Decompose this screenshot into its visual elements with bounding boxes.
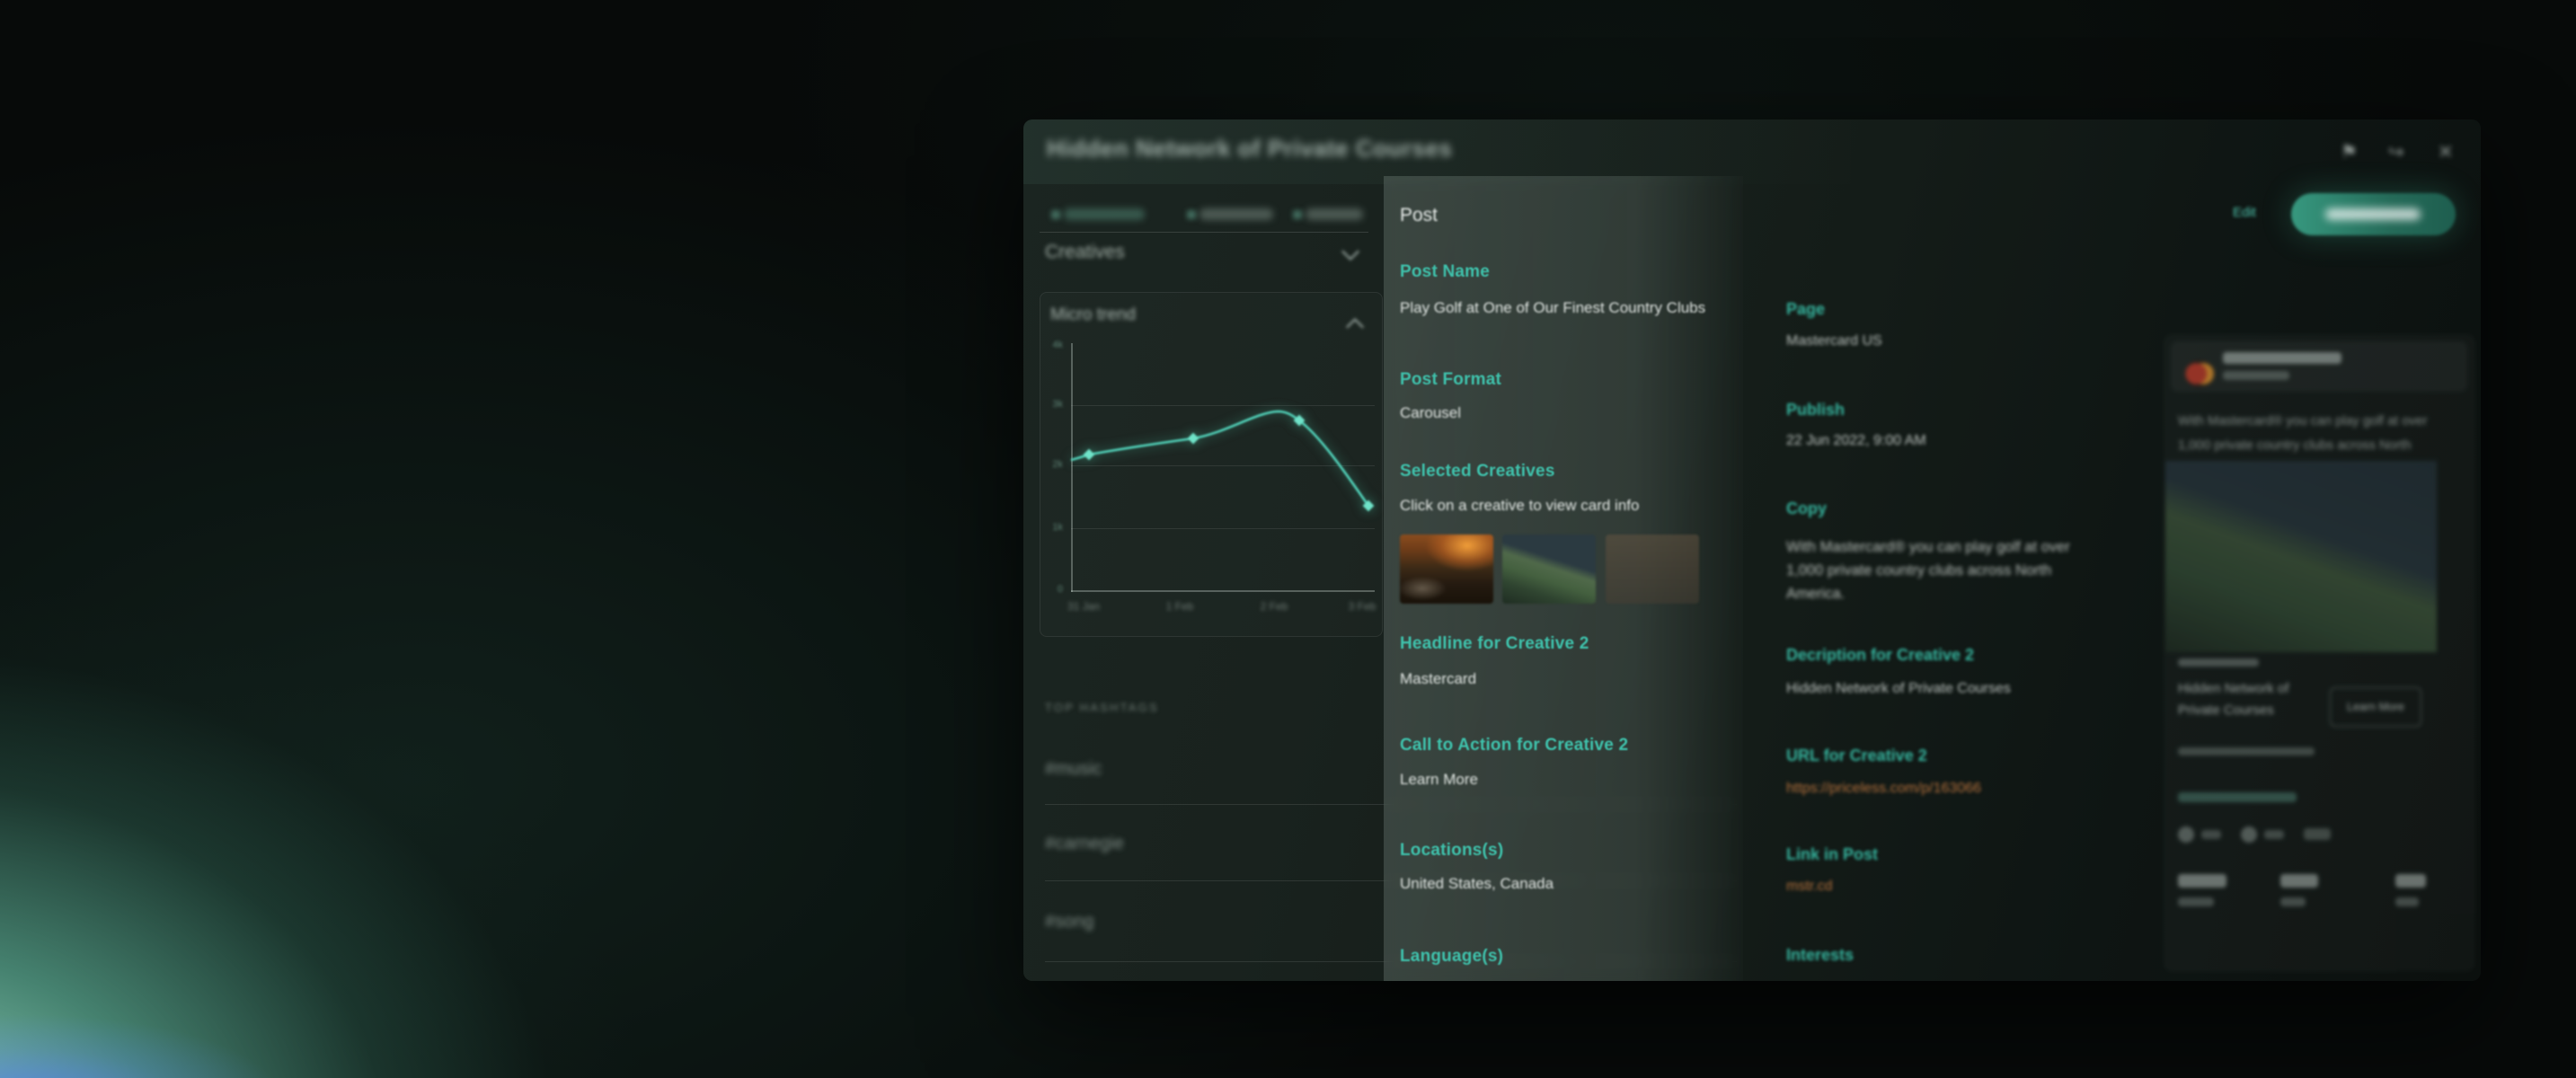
url-link[interactable]: https://priceless.com/p/163066 bbox=[1786, 781, 1981, 797]
y-tick-4k: 4k bbox=[1036, 340, 1063, 350]
preview-domain-blob bbox=[2178, 658, 2259, 667]
like-count-blob bbox=[2201, 830, 2221, 839]
stat-1-value-blob bbox=[2178, 874, 2226, 888]
primary-action-button[interactable] bbox=[2291, 193, 2456, 235]
post-name-value: Play Golf at One of Our Finest Country C… bbox=[1400, 299, 1705, 317]
x-tick-3: 2 Feb bbox=[1261, 600, 1288, 613]
selected-creatives-hint: Click on a creative to view card info bbox=[1400, 497, 1639, 515]
tab-3-icon bbox=[1293, 210, 1302, 219]
stat-1-label-blob bbox=[2178, 897, 2214, 906]
comment-icon[interactable] bbox=[2241, 826, 2257, 843]
post-panel-title: Post bbox=[1400, 205, 1438, 226]
x-tick-4: 3 Feb bbox=[1349, 600, 1377, 613]
description-value: Hidden Network of Private Courses bbox=[1786, 681, 2011, 697]
cta-value: Learn More bbox=[1400, 771, 1478, 789]
cta-label: Call to Action for Creative 2 bbox=[1400, 736, 1628, 755]
tab-1-icon bbox=[1051, 210, 1060, 219]
interests-label: Interests bbox=[1786, 946, 1854, 965]
tab-2[interactable] bbox=[1199, 208, 1273, 220]
x-tick-2: 1 Feb bbox=[1166, 600, 1194, 613]
account-name-blob bbox=[2223, 352, 2341, 364]
headline-label: Headline for Creative 2 bbox=[1400, 634, 1589, 654]
publish-value: 22 Jun 2022, 9:00 AM bbox=[1786, 433, 1926, 449]
x-tick-1: 31 Jan bbox=[1067, 600, 1100, 613]
post-format-value: Carousel bbox=[1400, 404, 1461, 422]
post-format-label: Post Format bbox=[1400, 370, 1501, 390]
tab-1[interactable] bbox=[1064, 208, 1145, 220]
headline-value: Mastercard bbox=[1400, 670, 1476, 688]
page-label: Page bbox=[1786, 300, 1825, 319]
link-in-post-link[interactable]: mstr.cd bbox=[1786, 879, 1833, 895]
hashtag-item-3[interactable]: #song bbox=[1045, 912, 1094, 932]
learn-more-button[interactable]: Learn More bbox=[2330, 687, 2421, 727]
data-point-2 bbox=[1188, 433, 1199, 445]
languages-label: Language(s) bbox=[1400, 947, 1503, 967]
stat-2-label-blob bbox=[2280, 897, 2306, 906]
trend-line-chart bbox=[1071, 343, 1375, 593]
locations-value: United States, Canada bbox=[1400, 875, 1554, 893]
page-title: Hidden Network of Private Courses bbox=[1047, 135, 1452, 163]
preview-header bbox=[2171, 341, 2467, 392]
url-label: URL for Creative 2 bbox=[1786, 747, 1927, 765]
share-icon[interactable]: ↪ bbox=[2388, 141, 2404, 163]
comment-count-blob bbox=[2264, 830, 2284, 839]
y-tick-1k: 1k bbox=[1036, 522, 1063, 533]
stat-2-value-blob bbox=[2280, 874, 2318, 888]
y-tick-3k: 3k bbox=[1036, 399, 1063, 410]
share-count-blob bbox=[2304, 828, 2331, 840]
data-point-1 bbox=[1084, 449, 1095, 461]
preview-link-title: Hidden Network of Private Courses bbox=[2178, 678, 2322, 721]
preview-meta-blob bbox=[2178, 747, 2315, 755]
y-tick-2k: 2k bbox=[1036, 459, 1063, 470]
trend-line bbox=[1071, 411, 1368, 506]
tabs-divider bbox=[1040, 232, 1368, 233]
post-detail-modal: Hidden Network of Private Courses ⚑ ↪ ✕ … bbox=[1023, 119, 2481, 981]
y-tick-0: 0 bbox=[1036, 584, 1063, 595]
tab-3[interactable] bbox=[1306, 208, 1363, 220]
copy-value: With Mastercard® you can play golf at ov… bbox=[1786, 535, 2087, 605]
publish-label: Publish bbox=[1786, 401, 1845, 420]
description-label: Decription for Creative 2 bbox=[1786, 646, 1974, 665]
top-hashtags-header: TOP HASHTAGS bbox=[1045, 701, 1159, 714]
stat-3-value-blob bbox=[2395, 874, 2426, 888]
primary-action-label-blob bbox=[2325, 208, 2421, 220]
creative-thumbnail-1[interactable] bbox=[1400, 535, 1493, 604]
link-in-post-label: Link in Post bbox=[1786, 845, 1878, 864]
hashtag-item-1[interactable]: #music bbox=[1045, 759, 1102, 780]
hashtag-item-2[interactable]: #carnegie bbox=[1045, 834, 1124, 854]
bookmark-icon[interactable]: ⚑ bbox=[2341, 141, 2358, 163]
creatives-accordion-header[interactable]: Creatives bbox=[1045, 242, 1125, 263]
edit-button[interactable]: Edit bbox=[2233, 205, 2256, 220]
post-preview-card: With Mastercard® you can play golf at ov… bbox=[2164, 334, 2475, 972]
copy-label: Copy bbox=[1786, 499, 1827, 518]
page-value: Mastercard US bbox=[1786, 333, 1882, 349]
preview-hashtags-blob bbox=[2178, 792, 2297, 802]
preview-image bbox=[2165, 461, 2437, 652]
selected-creatives-label: Selected Creatives bbox=[1400, 462, 1555, 482]
account-subtitle-blob bbox=[2223, 371, 2289, 380]
tab-2-icon bbox=[1187, 210, 1196, 219]
like-icon[interactable] bbox=[2178, 826, 2194, 843]
creative-thumbnail-3[interactable] bbox=[1606, 535, 1699, 604]
micro-trend-title: Micro trend bbox=[1050, 305, 1136, 325]
screen: Hidden Network of Private Courses ⚑ ↪ ✕ … bbox=[0, 0, 2576, 1078]
avatar bbox=[2185, 359, 2214, 388]
locations-label: Locations(s) bbox=[1400, 841, 1503, 861]
close-icon[interactable]: ✕ bbox=[2438, 141, 2454, 163]
creative-thumbnail-2[interactable] bbox=[1502, 535, 1596, 604]
stat-3-label-blob bbox=[2395, 897, 2419, 906]
chevron-down-icon bbox=[1341, 243, 1359, 261]
post-name-label: Post Name bbox=[1400, 262, 1490, 282]
